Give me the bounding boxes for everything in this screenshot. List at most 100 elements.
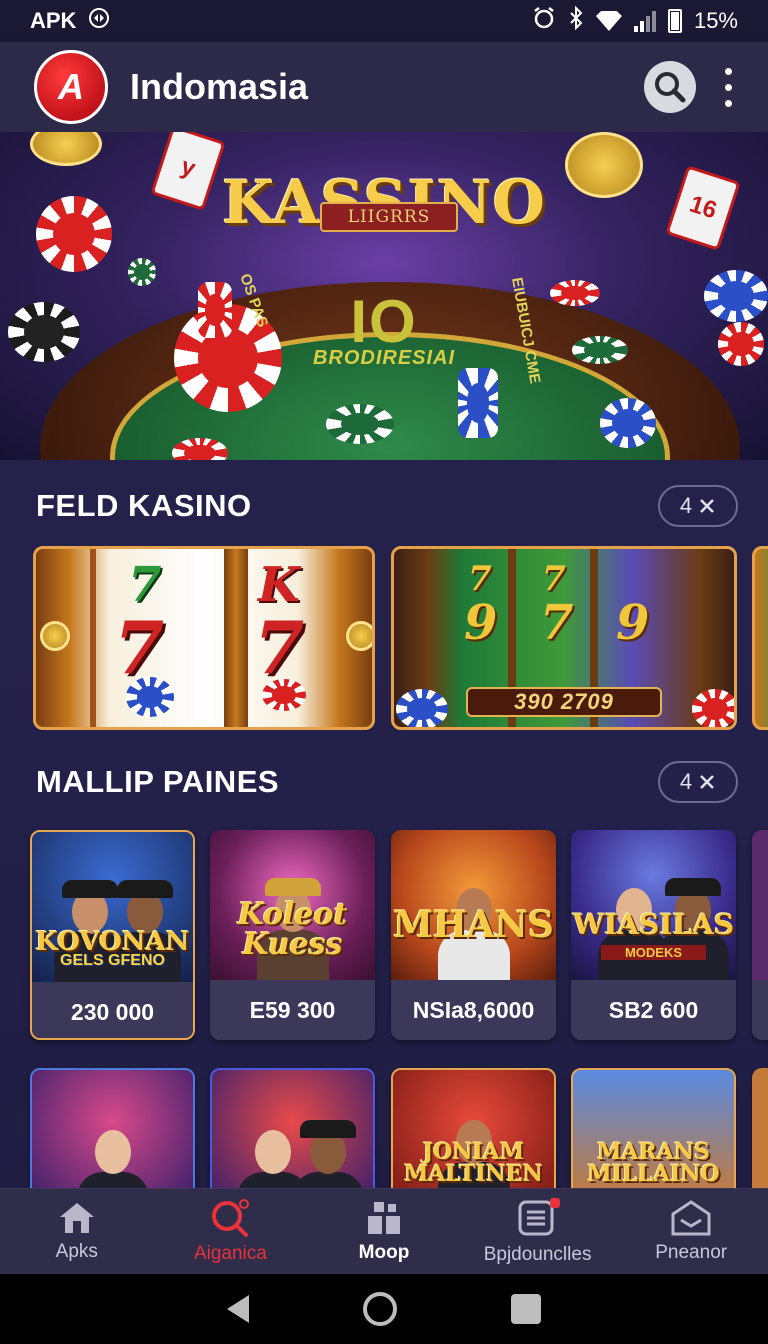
section-header-feld-kasino: FELD KASINO 4 [36,484,738,528]
game-art: MHANS [391,830,556,980]
reel-symbol: 9 [464,595,498,651]
battery-icon [667,9,682,33]
bottle-icon [458,368,498,438]
close-icon [700,499,715,513]
chip-icon [600,398,656,448]
game-card-partial[interactable] [752,830,768,1040]
game-card[interactable] [30,1068,195,1198]
slot-game-card[interactable]: 7 7 9 7 9 390 2709 [391,546,737,730]
system-nav-bar [0,1274,768,1344]
game-art [212,1070,373,1196]
game-price: SB2 600 [571,980,736,1040]
nav-label: Moop [358,1241,410,1263]
back-icon[interactable] [227,1295,249,1323]
home-icon [59,1202,94,1233]
game-art [752,830,768,980]
game-art [32,1070,193,1196]
game-price: E59 300 [210,980,375,1040]
game-card[interactable]: MARANS MILLAINO [571,1068,736,1198]
bluetooth-icon [568,5,584,36]
reel-knob-icon [40,621,70,651]
apk-label: APK [30,8,77,33]
chip-icon [128,258,156,286]
search-icon [655,72,686,103]
signal-icon [633,10,656,32]
slot-game-card[interactable]: 7 K 7 7 [33,546,375,730]
reel-knob-icon [346,621,372,651]
hero-banner[interactable]: y 16 KASSINO LIIGRRS IO BRODIRESIAI OS P… [0,132,768,460]
section-filter-pill[interactable]: 4 [658,485,738,527]
game-art: WIASILAS MODEKS [571,830,736,980]
chip-icon [326,404,394,444]
search-button[interactable] [644,61,696,113]
alarm-icon [532,6,556,36]
game-price: 230 000 [32,982,193,1038]
section-title: MALLIP PAINES [36,764,280,799]
grid-icon [367,1201,400,1234]
game-card[interactable] [210,1068,375,1198]
reel-symbol: 7 [254,605,305,690]
character-image [73,1120,153,1196]
section-title: FELD KASINO [36,488,252,523]
nav-item-pneanor[interactable]: Pneanor [614,1189,768,1274]
mailbox-icon [671,1199,711,1235]
status-bar: APK 15% [0,0,768,42]
app-logo[interactable]: A [34,50,108,124]
nav-label: Apks [55,1240,98,1262]
game-card[interactable]: WIASILAS MODEKS SB2 600 [571,830,736,1040]
nav-item-aiganica[interactable]: Aiganica [154,1189,308,1274]
slot-counter: 390 2709 [466,687,662,717]
close-icon [700,775,715,789]
battery-percent: 15% [693,8,738,33]
gold-coin-icon [30,132,102,166]
reel-symbol: 7 [468,559,492,599]
game-art: MARANS MILLAINO [573,1070,734,1196]
home-button-icon[interactable] [363,1292,397,1326]
chip-icon [396,689,448,727]
bottom-nav: Apks Aiganica Moop Bpjdounclles Pneanor [0,1188,768,1274]
fruit-icon [262,679,306,711]
app-bar: A Indomasia [0,42,768,132]
character-image [288,1120,368,1196]
screen: APK 15% A Indomasia y 16 LIIGRRS IO BROD… [0,0,768,1344]
fruit-icon [126,677,174,717]
game-card[interactable]: KOVONAN GELS GFENO 230 000 [30,830,195,1040]
game-title: WIASILAS [572,908,735,941]
game-price: NSIa8,6000 [391,980,556,1040]
game-title: MHANS [393,904,554,946]
game-title: Koleot Kuess [237,897,348,962]
game-title: JONIAM MALTINEN [404,1139,543,1187]
game-subtitle: GELS GFENO [60,952,165,969]
chip-icon [692,689,734,727]
search-icon [212,1198,250,1237]
notification-icon [88,7,110,35]
reel-symbol: 7 [540,595,574,651]
nav-label: Bpjdounclles [483,1243,592,1265]
reel-symbol: 7 [542,559,566,599]
hero-sub-banner: LIIGRRS [320,202,458,232]
felt-text: BRODIRESIAI [312,347,456,369]
game-card[interactable]: JONIAM MALTINEN [391,1068,556,1198]
chip-icon [172,438,228,460]
game-art [752,1068,768,1198]
reel-symbol: 9 [616,595,650,651]
felt-logo: IO [350,288,418,355]
recent-apps-icon[interactable] [511,1294,541,1324]
nav-item-moop[interactable]: Moop [307,1189,461,1274]
game-art: Koleot Kuess [210,830,375,980]
game-card[interactable]: Koleot Kuess E59 300 [210,830,375,1040]
section-header-mallip-paines: MALLIP PAINES 4 [36,760,738,804]
game-card[interactable]: MHANS NSIa8,6000 [391,830,556,1040]
nav-item-apks[interactable]: Apks [0,1189,154,1274]
app-title: Indomasia [130,66,309,107]
nav-item-bpjdounclles[interactable]: Bpjdounclles [461,1189,615,1274]
more-options-button[interactable] [718,63,738,111]
game-art: KOVONAN GELS GFENO [32,832,193,982]
game-subtitle: MODEKS [601,945,706,960]
list-icon [518,1197,560,1235]
slot-game-card-partial[interactable] [752,546,768,730]
wifi-icon [595,11,622,31]
nav-label: Pneanor [655,1241,728,1263]
game-card-partial[interactable] [752,1068,768,1198]
section-filter-pill[interactable]: 4 [658,761,738,803]
